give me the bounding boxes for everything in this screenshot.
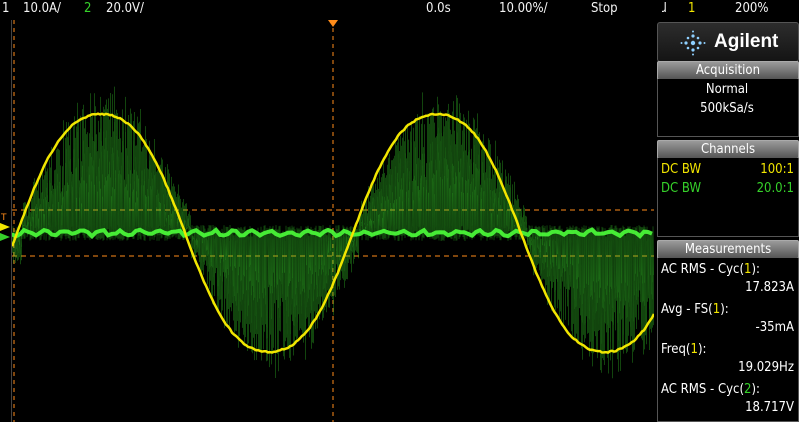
ch2-number[interactable]: 2 — [84, 1, 91, 17]
trigger-edge-icon: ɺ — [662, 1, 667, 16]
ch1-probe: 100:1 — [760, 162, 794, 177]
measurement-value: -35mA — [755, 320, 795, 335]
acquisition-box: Normal 500kSa/s — [657, 79, 799, 137]
ch2-scale[interactable]: 20.0V/ — [106, 1, 144, 17]
acquisition-header[interactable]: Acquisition — [657, 61, 799, 80]
ch1-scale[interactable]: 10.0A/ — [23, 1, 61, 17]
measurements-box: AC RMS - Cyc(1): 17.823A Avg - FS(1): -35mA… — [657, 258, 799, 422]
measurement-label: AC RMS - Cyc(2): — [661, 382, 760, 397]
trigger-level-marker: T — [0, 213, 7, 223]
ch2-probe: 20.0:1 — [756, 181, 794, 196]
brand-logo: Agilent — [657, 22, 799, 62]
channels-header[interactable]: Channels — [657, 140, 799, 159]
run-state[interactable]: Stop — [591, 1, 618, 17]
status-bar: 1 10.0A/ 2 20.0V/ 0.0s 10.00%/ Stop ɺ 1 … — [0, 0, 799, 19]
trigger-position-marker — [328, 20, 338, 27]
side-panel: Agilent Acquisition Normal 500kSa/s Chan… — [655, 19, 799, 422]
measurement-label: AC RMS - Cyc(1): — [661, 262, 760, 277]
channels-box: DC BW 100:1 DC BW 20.0:1 — [657, 158, 799, 237]
brand-name: Agilent — [714, 31, 779, 52]
ch1-coupling: DC BW — [661, 162, 702, 177]
measurement-value: 17.823A — [745, 280, 794, 295]
measurement-value: 19.029Hz — [738, 360, 794, 375]
ch1-ground-marker — [0, 223, 10, 231]
sample-rate: 500kSa/s — [700, 101, 754, 116]
measurement-label: Avg - FS(1): — [661, 302, 729, 317]
measurement-channel: 1 — [690, 342, 698, 357]
measurement-label: Freq(1): — [661, 342, 707, 357]
trigger-level[interactable]: 200% — [735, 1, 768, 17]
acquisition-mode: Normal — [705, 82, 749, 97]
agilent-spark-icon — [680, 30, 706, 56]
waveform-canvas — [12, 20, 654, 422]
measurements-header[interactable]: Measurements — [657, 240, 799, 259]
channel-ground-markers: T — [0, 213, 10, 241]
time-delay[interactable]: 0.0s — [426, 1, 451, 17]
time-scale[interactable]: 10.00%/ — [499, 1, 548, 17]
ch2-coupling: DC BW — [661, 181, 702, 196]
trigger-source[interactable]: 1 — [688, 1, 695, 17]
measurement-value: 18.717V — [745, 400, 794, 415]
ch1-number[interactable]: 1 — [2, 1, 9, 17]
waveform-display[interactable] — [11, 20, 654, 422]
ch2-ground-marker — [0, 233, 10, 241]
